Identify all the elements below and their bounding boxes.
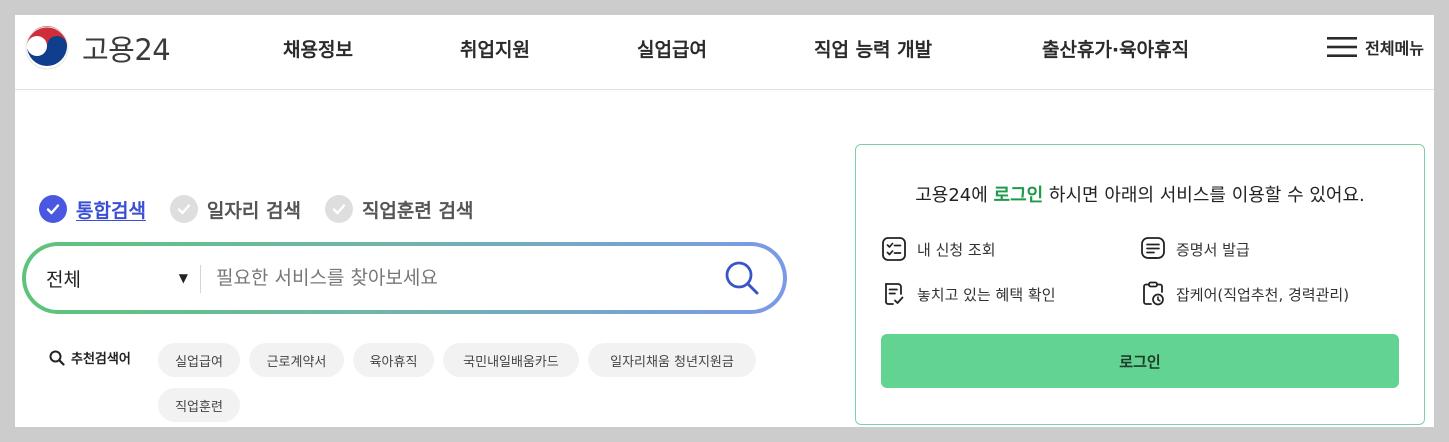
- recommended-chip[interactable]: 일자리채움 청년지원금: [588, 343, 756, 377]
- check-circle-icon: [169, 195, 198, 223]
- service-label: 증명서 발급: [1176, 240, 1250, 259]
- title-login-highlight: 로그인: [993, 185, 1044, 206]
- category-select-value: 전체: [46, 268, 81, 291]
- search-input[interactable]: [216, 258, 686, 298]
- login-panel: 고용24에 로그인 하시면 아래의 서비스를 이용할 수 있어요. 내 신청 조…: [855, 144, 1425, 425]
- caret-down-icon: ▼: [178, 271, 188, 285]
- search-icon: [725, 261, 759, 295]
- title-suffix: 하시면 아래의 서비스를 이용할 수 있어요.: [1043, 185, 1365, 206]
- service-jobcare[interactable]: 잡케어(직업추천, 경력관리): [1140, 281, 1349, 307]
- recommended-label-text: 추천검색어: [71, 352, 131, 367]
- nav-item-employment-support[interactable]: 취업지원: [460, 35, 530, 62]
- search-bar-inner: 전체 ▼: [26, 246, 783, 310]
- tab-training-search[interactable]: 직업훈련 검색: [324, 195, 474, 223]
- service-missed-benefits[interactable]: 놓치고 있는 혜택 확인: [881, 281, 1056, 307]
- search-button[interactable]: [723, 259, 761, 297]
- search-icon: [49, 350, 65, 366]
- tab-label: 직업훈련 검색: [361, 199, 474, 222]
- service-certificate[interactable]: 증명서 발급: [1140, 236, 1250, 262]
- taegeuk-emblem-icon: [24, 25, 70, 71]
- recommended-chip[interactable]: 국민내일배움카드: [443, 343, 579, 377]
- recommended-chip[interactable]: 근로계약서: [249, 343, 344, 377]
- tab-label: 일자리 검색: [206, 199, 301, 222]
- service-label: 잡케어(직업추천, 경력관리): [1176, 285, 1350, 304]
- recommended-chip[interactable]: 실업급여: [158, 343, 240, 377]
- checklist-icon: [882, 237, 906, 261]
- search-bar: 전체 ▼: [22, 242, 787, 314]
- clipboard-clock-icon: [1143, 281, 1164, 306]
- recommended-chip[interactable]: 육아휴직: [353, 343, 434, 377]
- divider: [200, 265, 201, 293]
- page: 고용24 채용정보 취업지원 실업급여 직업 능력 개발 출산휴가·육아휴직 전…: [15, 15, 1434, 427]
- recommended-chip[interactable]: 직업훈련: [158, 388, 240, 422]
- login-panel-title: 고용24에 로그인 하시면 아래의 서비스를 이용할 수 있어요.: [856, 181, 1424, 207]
- check-circle-icon: [324, 195, 353, 223]
- category-select[interactable]: 전체 ▼: [46, 246, 196, 310]
- service-my-applications[interactable]: 내 신청 조회: [881, 236, 996, 262]
- tab-label: 통합검색: [76, 199, 146, 222]
- logo-text: 고용24: [82, 33, 171, 67]
- service-label: 내 신청 조회: [917, 240, 996, 259]
- all-menu-label: 전체메뉴: [1365, 39, 1424, 58]
- hamburger-icon: [1327, 37, 1358, 57]
- nav-item-parental-leave[interactable]: 출산휴가·육아휴직: [1042, 35, 1189, 62]
- check-circle-icon: [39, 195, 67, 223]
- tab-integrated-search[interactable]: 통합검색: [39, 195, 146, 223]
- certificate-icon: [1141, 237, 1165, 259]
- nav-item-skills-development[interactable]: 직업 능력 개발: [814, 35, 932, 62]
- recommended-search-label: 추천검색어: [49, 348, 131, 367]
- nav-item-unemployment-benefit[interactable]: 실업급여: [637, 35, 707, 62]
- tab-job-search[interactable]: 일자리 검색: [169, 195, 301, 223]
- search-tabs: 통합검색 일자리 검색 직업훈련 검색: [39, 195, 497, 223]
- title-prefix: 고용24에: [915, 185, 994, 206]
- benefit-doc-icon: [885, 283, 904, 305]
- login-button[interactable]: 로그인: [881, 334, 1399, 388]
- service-label: 놓치고 있는 혜택 확인: [917, 285, 1056, 304]
- top-header: 고용24 채용정보 취업지원 실업급여 직업 능력 개발 출산휴가·육아휴직 전…: [15, 15, 1434, 90]
- nav-item-jobs[interactable]: 채용정보: [283, 35, 353, 62]
- site-logo[interactable]: 고용24: [23, 24, 171, 72]
- all-menu-button[interactable]: 전체메뉴: [1327, 35, 1424, 59]
